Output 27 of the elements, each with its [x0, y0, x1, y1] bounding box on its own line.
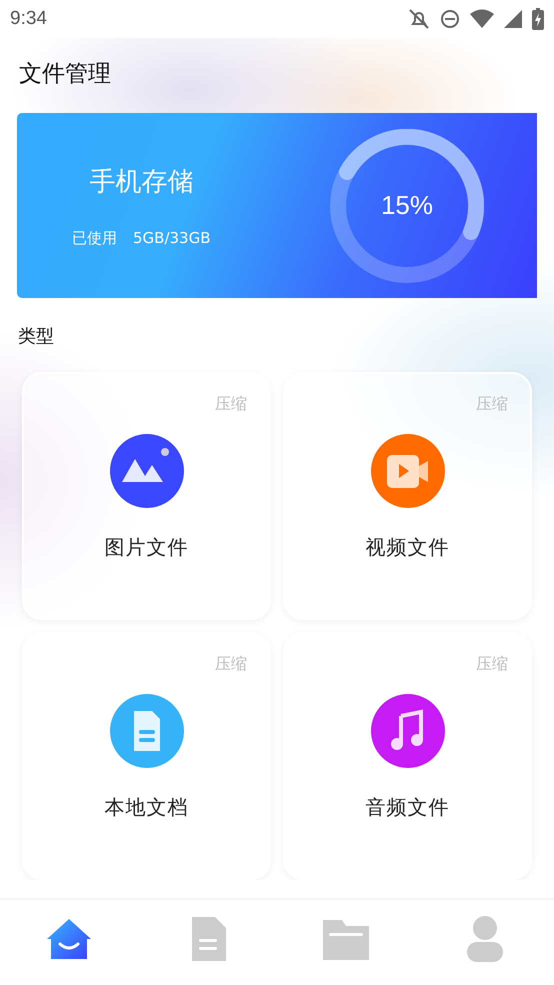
status-time: 9:34: [10, 8, 47, 30]
person-icon: [464, 914, 505, 962]
category-label: 本地文档: [104, 794, 188, 821]
category-label: 图片文件: [104, 534, 188, 561]
category-label: 视频文件: [366, 534, 450, 561]
video-camera-icon: [370, 434, 444, 508]
page-title: 文件管理: [19, 60, 112, 89]
section-title: 类型: [18, 325, 55, 348]
used-label: 已使用: [72, 228, 117, 248]
document-icon: [110, 694, 184, 768]
used-value: 5GB/33GB: [133, 228, 211, 248]
category-card[interactable]: 压缩 图片文件: [22, 372, 271, 620]
category-card[interactable]: 压缩 视频文件: [283, 372, 532, 620]
home-icon: [45, 916, 94, 960]
storage-title: 手机存储: [89, 166, 194, 198]
wifi-icon: [470, 9, 494, 29]
music-note-icon: [370, 694, 444, 768]
signal-icon: [504, 10, 522, 28]
category-card[interactable]: 压缩 本地文档: [22, 632, 271, 880]
bell-off-icon: [408, 8, 430, 30]
storage-percent: 15%: [380, 190, 434, 221]
category-label: 音频文件: [366, 794, 450, 821]
category-card[interactable]: 压缩 音频文件: [283, 632, 532, 880]
image-icon: [110, 434, 184, 508]
storage-card[interactable]: 手机存储 已使用 5GB/33GB 15%: [17, 113, 537, 298]
battery-icon: [532, 8, 544, 30]
do-not-disturb-icon: [440, 9, 460, 29]
